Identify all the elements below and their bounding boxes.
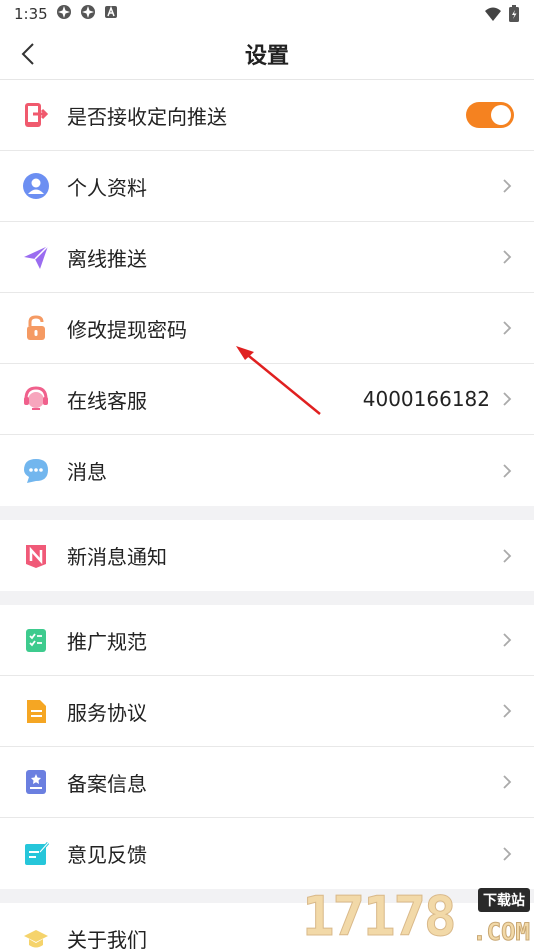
status-time: 1:35: [14, 5, 48, 23]
settings-item-label: 离线推送: [67, 246, 147, 271]
chat-bubble-icon: [22, 457, 50, 485]
annotation-arrow: [236, 346, 321, 415]
chevron-right-icon: [500, 630, 514, 650]
chevron-left-icon: [21, 43, 34, 65]
checklist-icon: [22, 626, 50, 654]
page-title: 设置: [244, 43, 289, 69]
chevron-right-icon: [500, 389, 514, 409]
exit-phone-icon: [22, 101, 50, 129]
push-toggle-row: 是否接收定向推送: [0, 80, 534, 151]
settings-item-label: 新消息通知: [67, 545, 167, 569]
battery-icon: [508, 5, 520, 27]
settings-item-label: 备案信息: [67, 771, 147, 796]
back-button[interactable]: [14, 40, 42, 68]
settings-item-feedback[interactable]: 意见反馈: [0, 818, 534, 889]
watermark-suffix: .COM: [472, 918, 531, 947]
site-watermark: 17178 下载站 .COM: [302, 885, 532, 950]
settings-item-profile[interactable]: 个人资料: [0, 151, 534, 222]
paper-plane-icon: [22, 243, 50, 271]
headset-agent-icon: [22, 385, 50, 413]
service-phone-number: 4000166182: [362, 387, 490, 411]
edit-note-icon: [22, 840, 50, 868]
section-divider: [0, 591, 534, 605]
settings-item-label: 推广规范: [67, 629, 147, 654]
user-icon: [22, 172, 50, 200]
watermark-badge: 下载站: [478, 888, 530, 912]
settings-item-service-agreement[interactable]: 服务协议: [0, 676, 534, 747]
settings-item-new-message-notification[interactable]: 新消息通知: [0, 520, 534, 591]
chevron-right-icon: [500, 247, 514, 267]
settings-item-label: 个人资料: [67, 175, 147, 200]
chevron-right-icon: [500, 701, 514, 721]
star-document-icon: [22, 768, 50, 796]
settings-item-offline-push[interactable]: 离线推送: [0, 222, 534, 293]
nav-bar: 设置: [0, 28, 534, 80]
app-notification-icon: [56, 4, 72, 24]
watermark-number: 17178: [302, 885, 458, 949]
text-notification-icon: [104, 5, 118, 23]
section-divider: [0, 506, 534, 520]
chevron-right-icon: [500, 546, 514, 566]
settings-item-label: 消息: [67, 460, 107, 484]
settings-item-label: 服务协议: [67, 700, 147, 725]
lock-icon: [22, 314, 50, 342]
graduation-cap-icon: [22, 925, 50, 950]
chevron-right-icon: [500, 461, 514, 481]
notification-n-icon: [22, 542, 50, 570]
chevron-right-icon: [500, 176, 514, 196]
wifi-icon: [484, 6, 502, 26]
settings-item-label: 意见反馈: [67, 843, 147, 867]
document-icon: [22, 697, 50, 725]
app-notification-icon: [80, 4, 96, 24]
chevron-right-icon: [500, 844, 514, 864]
chevron-right-icon: [500, 772, 514, 792]
toggle-knob: [491, 105, 511, 125]
push-toggle-label: 是否接收定向推送: [67, 104, 227, 129]
settings-item-filing-info[interactable]: 备案信息: [0, 747, 534, 818]
status-bar: 1:35: [0, 0, 534, 28]
settings-item-messages[interactable]: 消息: [0, 435, 534, 506]
settings-item-promotion-rules[interactable]: 推广规范: [0, 605, 534, 676]
push-toggle-switch[interactable]: [466, 102, 514, 128]
settings-item-label: 修改提现密码: [67, 317, 187, 342]
chevron-right-icon: [500, 318, 514, 338]
